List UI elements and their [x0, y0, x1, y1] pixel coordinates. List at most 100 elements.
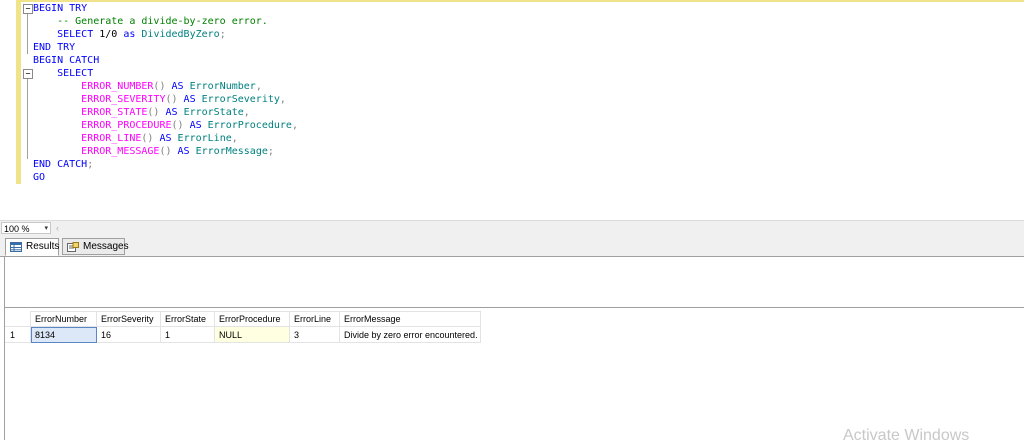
code-token: ,: [231, 133, 238, 144]
grid-cell[interactable]: NULL: [214, 326, 290, 343]
grid-cell[interactable]: Divide by zero error encountered.: [339, 326, 481, 343]
code-token: as: [123, 29, 136, 40]
results-tabbar: Results Messages: [0, 235, 1024, 257]
row-number[interactable]: 1: [5, 326, 31, 343]
grid-cell[interactable]: 8134: [30, 326, 97, 343]
fold-guide: [27, 79, 28, 159]
code-token: ERROR_STATE: [81, 107, 148, 118]
collapse-try-icon[interactable]: −: [23, 4, 33, 14]
code-token: ;: [87, 159, 94, 170]
code-token: ;: [267, 146, 274, 157]
zoom-dropdown[interactable]: 100 % ▾: [1, 222, 51, 234]
code-token: ERROR_PROCEDURE: [81, 120, 172, 131]
fold-guide: [27, 14, 28, 54]
scroll-left-icon[interactable]: ‹: [56, 222, 59, 234]
code-line[interactable]: END CATCH;: [33, 158, 298, 171]
messages-icon: [67, 242, 79, 252]
code-token: ,: [255, 81, 262, 92]
code-token: AS: [183, 94, 196, 105]
code-token: ,: [291, 120, 298, 131]
change-tracking-bar: [16, 0, 21, 184]
code-token: (): [171, 120, 184, 131]
code-token: ERROR_MESSAGE: [81, 146, 160, 157]
tab-messages-label: Messages: [83, 241, 129, 252]
code-token: (): [153, 81, 166, 92]
tab-messages[interactable]: Messages: [62, 238, 129, 255]
sql-code[interactable]: BEGIN TRY -- Generate a divide-by-zero e…: [33, 2, 298, 184]
code-token: SELECT: [57, 29, 94, 40]
code-line[interactable]: BEGIN CATCH: [33, 54, 298, 67]
code-token: ,: [279, 94, 286, 105]
code-token: BEGIN CATCH: [33, 55, 100, 66]
grid-cell[interactable]: 16: [96, 326, 161, 343]
code-line[interactable]: ERROR_PROCEDURE() AS ErrorProcedure,: [33, 119, 298, 132]
code-line[interactable]: SELECT: [33, 67, 298, 80]
code-line[interactable]: ERROR_SEVERITY() AS ErrorSeverity,: [33, 93, 298, 106]
results-pane: ErrorNumber ErrorSeverity ErrorState Err…: [0, 257, 1024, 440]
collapse-select-icon[interactable]: −: [23, 69, 33, 79]
zoom-bar: 100 % ▾ ‹: [0, 220, 1024, 236]
code-token: (): [141, 133, 154, 144]
code-token: (): [147, 107, 160, 118]
code-token: AS: [189, 120, 202, 131]
grid-icon: [10, 242, 22, 252]
table-row[interactable]: 1 8134 16 1 NULL 3 Divide by zero error …: [5, 326, 481, 343]
grid-header-row: ErrorNumber ErrorSeverity ErrorState Err…: [5, 311, 481, 327]
code-token: AS: [159, 133, 172, 144]
code-token: ErrorMessage: [195, 146, 268, 157]
code-line[interactable]: BEGIN TRY: [33, 2, 298, 15]
code-line[interactable]: SELECT 1/0 as DividedByZero;: [33, 28, 298, 41]
code-token: ERROR_NUMBER: [81, 81, 154, 92]
code-token: ;: [219, 29, 226, 40]
column-header[interactable]: ErrorState: [160, 311, 215, 327]
code-token: (): [159, 146, 172, 157]
code-line[interactable]: ERROR_LINE() AS ErrorLine,: [33, 132, 298, 145]
code-token: 1/0: [93, 29, 124, 40]
code-line[interactable]: GO: [33, 171, 298, 184]
code-token: BEGIN TRY: [33, 3, 88, 14]
code-token: ErrorSeverity: [201, 94, 280, 105]
code-token: ERROR_LINE: [81, 133, 142, 144]
results-divider: [4, 307, 1024, 308]
code-line[interactable]: -- Generate a divide-by-zero error.: [33, 15, 298, 28]
chevron-down-icon: ▾: [44, 225, 48, 232]
code-token: (): [165, 94, 178, 105]
code-token: -- Generate a divide-by-zero error.: [57, 16, 268, 27]
query-editor[interactable]: − − BEGIN TRY -- Generate a divide-by-ze…: [0, 0, 1024, 220]
zoom-value: 100 %: [4, 224, 30, 234]
tab-results[interactable]: Results: [5, 238, 59, 256]
column-header[interactable]: ErrorNumber: [30, 311, 97, 327]
code-line[interactable]: END TRY: [33, 41, 298, 54]
code-token: ErrorState: [183, 107, 244, 118]
code-line[interactable]: ERROR_MESSAGE() AS ErrorMessage;: [33, 145, 298, 158]
code-token: ERROR_SEVERITY: [81, 94, 166, 105]
results-grid[interactable]: ErrorNumber ErrorSeverity ErrorState Err…: [5, 311, 481, 343]
column-header[interactable]: ErrorMessage: [339, 311, 481, 327]
column-header[interactable]: ErrorLine: [289, 311, 340, 327]
code-token: END TRY: [33, 42, 76, 53]
grid-cell[interactable]: 3: [289, 326, 340, 343]
code-line[interactable]: ERROR_NUMBER() AS ErrorNumber,: [33, 80, 298, 93]
tab-results-label: Results: [26, 241, 60, 252]
code-line[interactable]: ERROR_STATE() AS ErrorState,: [33, 106, 298, 119]
code-token: AS: [177, 146, 190, 157]
activate-windows-watermark: Activate Windows: [843, 427, 970, 444]
column-header[interactable]: ErrorProcedure: [214, 311, 290, 327]
code-token: AS: [165, 107, 178, 118]
code-token: AS: [171, 81, 184, 92]
code-token: ErrorLine: [177, 133, 232, 144]
grid-cell[interactable]: 1: [160, 326, 215, 343]
code-token: SELECT: [57, 68, 94, 79]
code-token: END CATCH: [33, 159, 88, 170]
row-header-corner: [5, 311, 31, 327]
column-header[interactable]: ErrorSeverity: [96, 311, 161, 327]
